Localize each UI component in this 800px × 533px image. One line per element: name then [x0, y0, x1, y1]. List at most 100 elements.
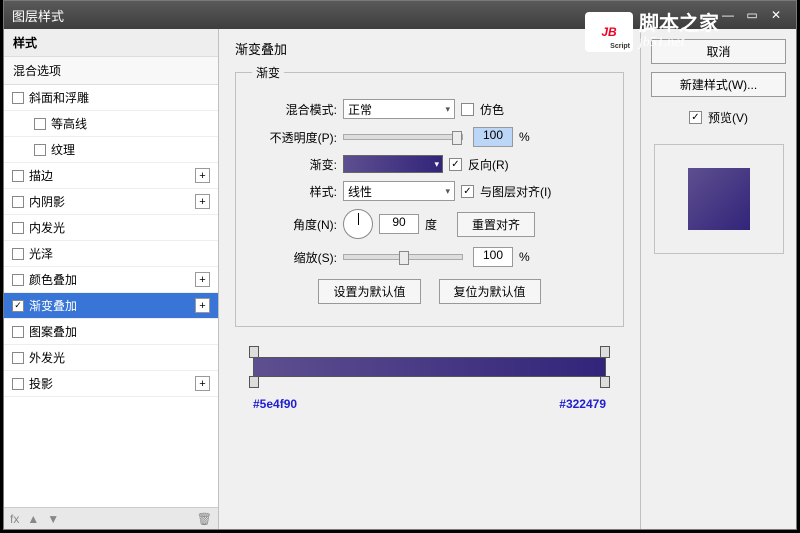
add-instance-button[interactable]: +: [195, 272, 210, 287]
preview-panel: [654, 144, 784, 254]
new-style-button[interactable]: 新建样式(W)...: [651, 72, 786, 97]
preview-swatch: [688, 168, 750, 230]
chevron-down-icon: ▾: [445, 104, 450, 115]
reset-default-button[interactable]: 复位为默认值: [439, 279, 541, 304]
main-panel: 渐变叠加 渐变 混合模式: 正常 ▾ 仿色 不透明度(P): 100 %: [219, 29, 640, 529]
fx-icon[interactable]: fx: [10, 512, 19, 526]
gradient-bar[interactable]: [253, 357, 606, 377]
gradient-editor[interactable]: [253, 357, 606, 377]
sidebar-item-5[interactable]: 内发光: [4, 215, 218, 241]
close-icon[interactable]: ✕: [764, 6, 788, 24]
dither-label: 仿色: [480, 101, 504, 118]
sidebar-item-label: 图案叠加: [29, 323, 77, 340]
style-checkbox[interactable]: [12, 378, 24, 390]
reverse-checkbox[interactable]: [449, 158, 462, 171]
sidebar-item-label: 描边: [29, 167, 53, 184]
style-checkbox[interactable]: [34, 118, 46, 130]
right-hex: #322479: [559, 397, 606, 411]
style-checkbox[interactable]: [34, 144, 46, 156]
sidebar-item-label: 纹理: [51, 141, 75, 158]
style-checkbox[interactable]: [12, 326, 24, 338]
style-checkbox[interactable]: [12, 300, 24, 312]
arrow-down-icon[interactable]: ▼: [47, 512, 59, 526]
angle-input[interactable]: 90: [379, 214, 419, 234]
style-header[interactable]: 样式: [4, 29, 218, 57]
preview-checkbox[interactable]: [689, 111, 702, 124]
blend-options-header[interactable]: 混合选项: [4, 57, 218, 85]
sidebar-item-label: 斜面和浮雕: [29, 89, 89, 106]
style-checkbox[interactable]: [12, 352, 24, 364]
style-label: 样式:: [252, 183, 337, 200]
blend-mode-label: 混合模式:: [252, 101, 337, 118]
fieldset-legend: 渐变: [252, 64, 284, 81]
add-instance-button[interactable]: +: [195, 298, 210, 313]
sidebar-item-3[interactable]: 描边 +: [4, 163, 218, 189]
style-checkbox[interactable]: [12, 196, 24, 208]
blend-mode-select[interactable]: 正常 ▾: [343, 99, 455, 119]
reset-align-button[interactable]: 重置对齐: [457, 212, 535, 237]
gradient-picker[interactable]: ▾: [343, 155, 443, 173]
style-checkbox[interactable]: [12, 222, 24, 234]
sidebar-item-10[interactable]: 外发光: [4, 345, 218, 371]
sidebar-footer: fx ▲ ▼ 🗑: [4, 507, 218, 529]
sidebar-item-4[interactable]: 内阴影 +: [4, 189, 218, 215]
sidebar-item-11[interactable]: 投影 +: [4, 371, 218, 397]
sidebar-item-label: 渐变叠加: [29, 297, 77, 314]
opacity-label: 不透明度(P):: [252, 129, 337, 146]
left-hex: #5e4f90: [253, 397, 297, 411]
chevron-down-icon: ▾: [445, 186, 450, 197]
sidebar-item-label: 投影: [29, 375, 53, 392]
sidebar-item-label: 内阴影: [29, 193, 65, 210]
sidebar-item-label: 内发光: [29, 219, 65, 236]
angle-label: 角度(N):: [252, 216, 337, 233]
set-default-button[interactable]: 设置为默认值: [318, 279, 420, 304]
color-stop-right[interactable]: [600, 376, 610, 388]
add-instance-button[interactable]: +: [195, 168, 210, 183]
sidebar-item-6[interactable]: 光泽: [4, 241, 218, 267]
add-instance-button[interactable]: +: [195, 194, 210, 209]
sidebar-item-label: 外发光: [29, 349, 65, 366]
panel-title: 渐变叠加: [235, 39, 624, 58]
sidebar-item-8[interactable]: 渐变叠加 +: [4, 293, 218, 319]
angle-unit: 度: [425, 216, 437, 233]
sidebar-item-label: 颜色叠加: [29, 271, 77, 288]
opacity-slider[interactable]: [343, 134, 463, 140]
add-instance-button[interactable]: +: [195, 376, 210, 391]
dither-checkbox[interactable]: [461, 103, 474, 116]
sidebar-item-0[interactable]: 斜面和浮雕: [4, 85, 218, 111]
arrow-up-icon[interactable]: ▲: [27, 512, 39, 526]
blend-mode-value: 正常: [348, 101, 372, 118]
right-column: 取消 新建样式(W)... 预览(V): [640, 29, 796, 529]
align-label: 与图层对齐(I): [480, 183, 551, 200]
opacity-stop-right[interactable]: [600, 346, 610, 358]
cancel-button[interactable]: 取消: [651, 39, 786, 64]
color-stop-left[interactable]: [249, 376, 259, 388]
style-select[interactable]: 线性 ▾: [343, 181, 455, 201]
sidebar-item-9[interactable]: 图案叠加: [4, 319, 218, 345]
style-checkbox[interactable]: [12, 274, 24, 286]
style-checkbox[interactable]: [12, 92, 24, 104]
gradient-label: 渐变:: [252, 156, 337, 173]
opacity-input[interactable]: 100: [473, 127, 513, 147]
minimize-icon[interactable]: —: [716, 6, 740, 24]
dialog-content: 样式 混合选项 斜面和浮雕等高线纹理描边 + 内阴影 + 内发光光泽颜色叠加 + 渐变叠加 +…: [4, 29, 796, 529]
sidebar-item-7[interactable]: 颜色叠加 +: [4, 267, 218, 293]
scale-unit: %: [519, 250, 530, 264]
style-checkbox[interactable]: [12, 248, 24, 260]
align-checkbox[interactable]: [461, 185, 474, 198]
titlebar[interactable]: 图层样式 — ▭ ✕: [4, 1, 796, 29]
scale-label: 缩放(S):: [252, 249, 337, 266]
scale-slider[interactable]: [343, 254, 463, 260]
angle-dial[interactable]: [343, 209, 373, 239]
style-list-sidebar: 样式 混合选项 斜面和浮雕等高线纹理描边 + 内阴影 + 内发光光泽颜色叠加 + 渐变叠加 +…: [4, 29, 219, 529]
style-value: 线性: [348, 183, 372, 200]
sidebar-item-1[interactable]: 等高线: [4, 111, 218, 137]
opacity-stop-left[interactable]: [249, 346, 259, 358]
gradient-fieldset: 渐变 混合模式: 正常 ▾ 仿色 不透明度(P): 100 %: [235, 64, 624, 327]
trash-icon[interactable]: 🗑: [197, 512, 212, 526]
style-checkbox[interactable]: [12, 170, 24, 182]
sidebar-item-label: 光泽: [29, 245, 53, 262]
maximize-icon[interactable]: ▭: [740, 6, 764, 24]
scale-input[interactable]: 100: [473, 247, 513, 267]
sidebar-item-2[interactable]: 纹理: [4, 137, 218, 163]
